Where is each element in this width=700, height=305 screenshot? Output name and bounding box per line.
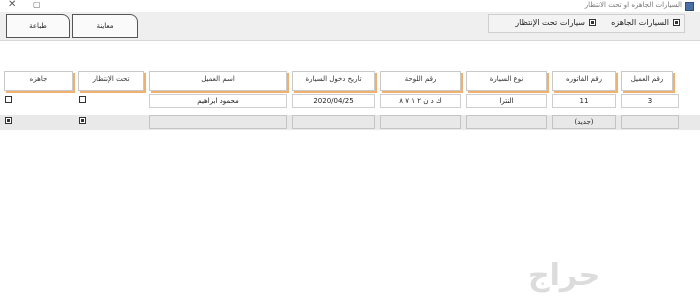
ready-row-checkbox[interactable] [5,96,12,103]
new-cell-invoice-no[interactable]: (جديد) [552,115,616,129]
new-cell-plate-no[interactable] [380,115,461,129]
header-plate-no[interactable]: رقم اللوحة [380,71,461,91]
new-cell-customer-no[interactable] [621,115,679,129]
ready-label: السيارات الجاهزه [611,18,669,27]
close-icon[interactable]: ✕ [8,0,16,10]
new-cell-car-type[interactable] [466,115,547,129]
cell-plate-no[interactable]: ك د ن ٢ ١ ٧ ٨ [380,94,461,108]
waiting-label: سيارات تحت الإنتظار [515,18,585,27]
header-customer-name[interactable]: اسم العميل [149,71,287,91]
filter-group: السيارات الجاهزه سيارات تحت الإنتظار [488,14,685,33]
ready-checkbox[interactable] [673,19,680,26]
new-cell-entry-date[interactable] [292,115,375,129]
new-cell-customer-name[interactable] [149,115,287,129]
restore-icon[interactable]: ▢ [33,0,41,9]
filter-waiting[interactable]: سيارات تحت الإنتظار [515,18,596,27]
window-title: السيارات الجاهزه او تحت الانتظار [584,1,682,9]
waiting-checkbox[interactable] [589,19,596,26]
cell-customer-name[interactable]: محمود ابراهيم [149,94,287,108]
app-icon [685,2,694,11]
new-record-row: (جديد) [0,115,700,130]
cell-entry-date[interactable]: 2020/04/25 [292,94,375,108]
new-waiting-checkbox[interactable] [79,117,86,124]
header-waiting[interactable]: تحت الإنتظار [78,71,144,91]
waiting-row-checkbox[interactable] [79,96,86,103]
title-bar: ✕ ▢ السيارات الجاهزه او تحت الانتظار [0,0,700,12]
header-invoice-no[interactable]: رقم الفاتوره [552,71,616,91]
header-entry-date[interactable]: تاريخ دخول السيارة [292,71,375,91]
header-customer-no[interactable]: رقم العميل [621,71,673,91]
watermark-logo: حراج [528,258,601,293]
print-button[interactable]: طباعة [6,14,70,38]
header-car-type[interactable]: نوع السيارة [466,71,547,91]
cell-invoice-no[interactable]: 11 [552,94,616,108]
cell-car-type[interactable]: النترا [466,94,547,108]
filter-ready[interactable]: السيارات الجاهزه [611,18,680,27]
preview-button[interactable]: معاينة [72,14,138,38]
header-ready[interactable]: جاهزه [4,71,73,91]
new-ready-checkbox[interactable] [5,117,12,124]
cell-customer-no[interactable]: 3 [621,94,679,108]
